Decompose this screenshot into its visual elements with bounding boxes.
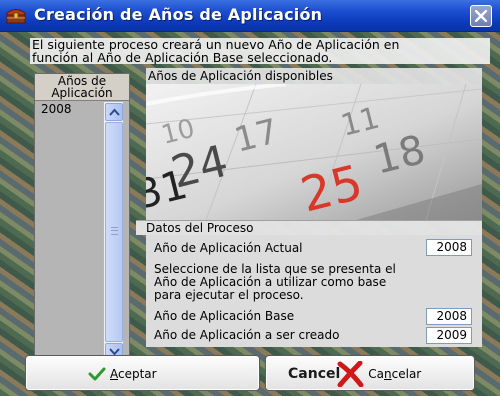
instructions-text: Seleccione de la lista que se presenta e… <box>154 263 474 302</box>
year-list-header[interactable]: Años de Aplicación <box>35 74 129 101</box>
title-bar[interactable]: Creación de Años de Aplicación <box>0 0 500 32</box>
accept-accelerator: A <box>110 367 118 381</box>
year-list[interactable]: Años de Aplicación 2008 <box>34 73 130 363</box>
instructions-line-3: para ejecutar el proceso. <box>154 288 304 302</box>
cancel-button-content: Cancel Cancelar <box>288 356 421 392</box>
grip-icon <box>111 227 118 235</box>
dialog-window: Creación de Años de Aplicación El siguie… <box>0 0 500 396</box>
new-year-label: Año de Aplicación a ser creado <box>154 328 340 342</box>
cancel-button-label: Cancelar <box>368 367 421 381</box>
description-line-2: función al Año de Aplicación Base selecc… <box>32 50 333 65</box>
current-year-label: Año de Aplicación Actual <box>154 241 303 255</box>
year-list-header-line-2: Aplicación <box>51 86 113 100</box>
checkmark-icon <box>88 367 106 381</box>
description-text: El siguiente proceso creará un nuevo Año… <box>30 38 490 64</box>
accept-label-rest: ceptar <box>118 367 157 381</box>
year-list-scrollbar[interactable] <box>103 102 123 362</box>
treasure-chest-icon <box>6 9 26 24</box>
base-year-field: 2008 <box>426 308 472 325</box>
accept-button-content: Aceptar <box>88 356 157 392</box>
window-title: Creación de Años de Aplicación <box>34 5 323 24</box>
calendar-image: 10 17 24 31 11 18 25 <box>146 84 482 220</box>
process-data-panel: Año de Aplicación Actual 2008 Seleccione… <box>146 235 482 347</box>
cancel-accelerator: n <box>384 367 392 381</box>
red-x-icon <box>337 361 364 387</box>
available-years-label: Años de Aplicación disponibles <box>146 68 482 84</box>
scroll-up-button[interactable] <box>105 103 123 121</box>
list-item[interactable]: 2008 <box>35 102 101 117</box>
close-icon <box>475 10 487 22</box>
chevron-up-icon <box>109 108 120 116</box>
base-year-label: Año de Aplicación Base <box>154 309 295 323</box>
close-button[interactable] <box>470 5 492 27</box>
current-year-field: 2008 <box>426 239 472 256</box>
cancel-icon-text: Cancel <box>288 366 341 382</box>
accept-button-label: Aceptar <box>110 367 157 381</box>
cancel-label-post: celar <box>391 367 422 381</box>
new-year-field: 2009 <box>426 327 472 344</box>
scroll-thumb[interactable] <box>105 122 123 342</box>
calendar-illustration: 10 17 24 31 11 18 25 <box>146 84 482 220</box>
accept-button[interactable]: Aceptar <box>25 355 260 391</box>
cancel-label-pre: Ca <box>368 367 385 381</box>
cancel-button[interactable]: Cancel Cancelar <box>265 355 475 391</box>
process-data-label: Datos del Proceso <box>136 220 482 235</box>
